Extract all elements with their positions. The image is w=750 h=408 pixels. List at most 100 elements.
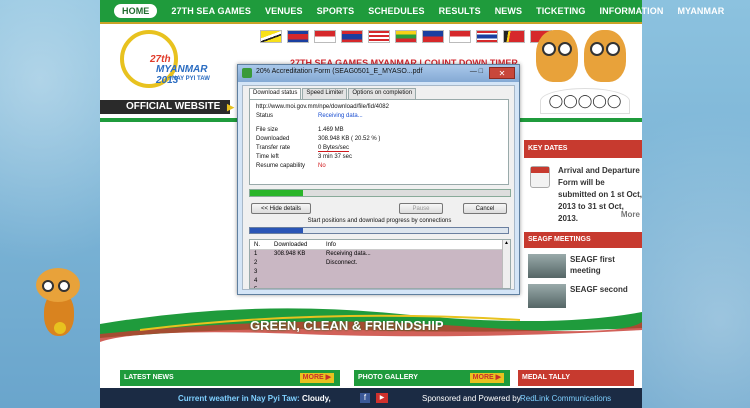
owl-mascot-left <box>536 30 578 82</box>
resume-value: No <box>318 163 326 169</box>
flag-timor-leste <box>503 30 525 43</box>
owl-mascot-waving <box>24 262 96 362</box>
window-controls[interactable]: — □ <box>470 68 483 75</box>
pause-button[interactable]: Pause <box>399 203 443 214</box>
status-label: Status <box>256 113 274 119</box>
key-dates-more-link[interactable]: More <box>621 210 640 219</box>
latest-news-header: LATEST NEWS MORE ▶ <box>120 370 340 386</box>
download-progress-bar <box>249 189 511 197</box>
medal-tally-header: MEDAL TALLY <box>518 370 634 386</box>
bottom-sections: LATEST NEWS MORE ▶ PHOTO GALLERY MORE ▶ … <box>100 370 642 388</box>
nav-news[interactable]: NEWS <box>495 6 522 16</box>
status-value: Receiving data... <box>318 113 363 119</box>
facebook-icon[interactable]: f <box>360 393 370 403</box>
file-size-row: File size 1.469 MB <box>256 127 344 133</box>
download-app-icon <box>242 68 252 78</box>
connection-fill <box>250 228 303 233</box>
calendar-icon <box>530 166 550 188</box>
nav-sports[interactable]: SPORTS <box>317 6 355 16</box>
tab-speed-limiter[interactable]: Speed Limiter <box>302 88 348 99</box>
table-row[interactable]: 2 Disconnect. <box>250 259 510 268</box>
dialog-body: Download status Speed Limiter Options on… <box>242 85 515 290</box>
table-row[interactable]: 5 <box>250 286 510 288</box>
owl-mascot-right <box>584 30 626 82</box>
flag-myanmar <box>395 30 417 43</box>
youtube-icon[interactable]: ▶ <box>376 393 388 403</box>
slogan-text: GREEN, CLEAN & FRIENDSHIP <box>250 318 444 333</box>
nav-myanmar[interactable]: MYANMAR <box>677 6 724 16</box>
table-row[interactable]: 4 <box>250 277 510 286</box>
flag-malaysia <box>368 30 390 43</box>
sponsor-link[interactable]: RedLink Communications <box>520 394 611 403</box>
table-scrollbar[interactable]: ▲ <box>502 240 510 288</box>
flag-indonesia <box>314 30 336 43</box>
col-downloaded: Downloaded <box>274 242 308 248</box>
status-row: Status Receiving data... <box>256 113 363 119</box>
nav-27th-sea-games[interactable]: 27TH SEA GAMES <box>171 6 251 16</box>
time-left-value: 3 min 37 sec <box>318 154 353 160</box>
connections-caption: Start positions and download progress by… <box>307 218 452 224</box>
file-size-value: 1.469 MB <box>318 127 344 133</box>
table-row[interactable]: 1 308.948 KB Receiving data... <box>250 250 510 259</box>
photo-gallery-more-button[interactable]: MORE ▶ <box>469 373 504 383</box>
seagf-meetings-header: SEAGF MEETINGS <box>524 232 642 248</box>
official-website-label: OFFICIAL WEBSITE <box>100 100 234 114</box>
nav-venues[interactable]: VENUES <box>265 6 303 16</box>
latest-news-more-button[interactable]: MORE ▶ <box>299 373 334 383</box>
flag-thailand <box>476 30 498 43</box>
col-n: N. <box>254 242 260 248</box>
flag-brunei <box>260 30 282 43</box>
photo-gallery-header: PHOTO GALLERY MORE ▶ <box>354 370 510 386</box>
mascot-owls-image: ◯◯◯◯◯ <box>528 28 638 118</box>
close-button[interactable]: ✕ <box>489 67 515 79</box>
flag-laos <box>341 30 363 43</box>
nav-results[interactable]: RESULTS <box>439 6 481 16</box>
transfer-rate-value: 0 Bytes/sec <box>318 145 350 152</box>
col-info: Info <box>326 242 337 248</box>
dialog-tabs: Download status Speed Limiter Options on… <box>249 88 417 99</box>
footer-bar: Current weather in Nay Pyi Taw: Cloudy, … <box>100 388 642 408</box>
nav-schedules[interactable]: SCHEDULES <box>368 6 424 16</box>
table-row[interactable]: 3 <box>250 268 510 277</box>
nav-information[interactable]: INFORMATION <box>600 6 664 16</box>
flag-cambodia <box>287 30 309 43</box>
nav-ticketing[interactable]: TICKETING <box>536 6 585 16</box>
weather-value: Cloudy, <box>302 393 331 403</box>
time-left-row: Time left 3 min 37 sec <box>256 154 352 160</box>
cancel-button[interactable]: Cancel <box>463 203 507 214</box>
dialog-titlebar[interactable]: 20% Accreditation Form (SEAG0501_E_MYASO… <box>238 65 519 82</box>
transfer-rate-label: Transfer rate <box>256 145 291 151</box>
nav-home[interactable]: HOME <box>114 4 158 18</box>
photo-gallery-title: PHOTO GALLERY <box>358 374 418 381</box>
resume-row: Resume capability No <box>256 163 326 169</box>
flag-singapore <box>449 30 471 43</box>
downloaded-label: Downloaded <box>256 136 290 142</box>
seagf-item-label: SEAGF first meeting <box>570 255 615 275</box>
medal-icon <box>54 322 66 334</box>
mascot-head <box>36 268 80 302</box>
sea-games-logo[interactable]: 27th MYANMAR 2013 NAY PYI TAW <box>120 30 230 90</box>
flag-philippines <box>422 30 444 43</box>
weather-label: Current weather in Nay Pyi Taw: <box>178 393 300 403</box>
sponsor-label: Sponsored and Powered by <box>422 393 521 403</box>
olympic-rings-icon: ◯◯◯◯◯ <box>540 88 630 114</box>
downloaded-value: 308.948 KB ( 20.52 % ) <box>318 136 381 142</box>
tab-download-status[interactable]: Download status <box>249 88 302 99</box>
key-dates-header: KEY DATES <box>524 140 642 158</box>
dialog-title: 20% Accreditation Form (SEAG0501_E_MYASO… <box>256 68 423 75</box>
download-dialog: 20% Accreditation Form (SEAG0501_E_MYASO… <box>237 64 520 295</box>
download-url: http://www.moi.gov.mm/npe/download/file/… <box>256 104 389 110</box>
medal-tally-title: MEDAL TALLY <box>522 374 571 381</box>
hide-details-button[interactable]: << Hide details <box>251 203 311 214</box>
meeting-thumbnail <box>528 254 566 278</box>
connections-progress-bar <box>249 227 509 234</box>
downloaded-row: Downloaded 308.948 KB ( 20.52 % ) <box>256 136 380 142</box>
resume-label: Resume capability <box>256 163 306 169</box>
progress-fill <box>250 190 304 196</box>
tab-options-on-completion[interactable]: Options on completion <box>348 88 417 99</box>
member-flags <box>260 30 552 43</box>
logo-line2: MYANMAR 2013 <box>156 64 208 86</box>
download-status-panel: http://www.moi.gov.mm/npe/download/file/… <box>249 99 509 185</box>
table-header: N. Downloaded Info <box>250 240 510 250</box>
seagf-item-first[interactable]: SEAGF first meeting <box>528 252 640 280</box>
